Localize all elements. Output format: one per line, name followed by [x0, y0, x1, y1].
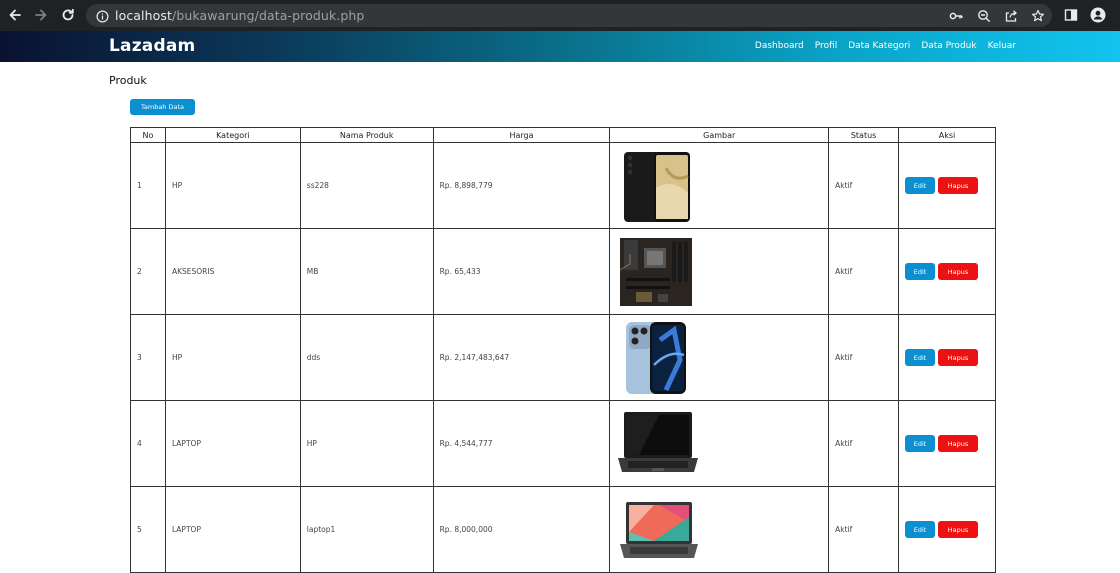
- cell-aksi: Edit Hapus: [898, 142, 996, 229]
- brand-logo[interactable]: Lazadam: [109, 36, 195, 56]
- cell-harga: Rp. 8,898,779: [432, 142, 611, 229]
- cell-kategori: LAPTOP: [164, 486, 301, 573]
- edit-button[interactable]: Edit: [905, 349, 936, 366]
- page-title: Produk: [109, 74, 147, 87]
- delete-button[interactable]: Hapus: [938, 349, 979, 366]
- header-no: No: [130, 127, 166, 143]
- laptop-colorful-image: [620, 501, 699, 558]
- edit-button[interactable]: Edit: [905, 177, 936, 194]
- key-icon[interactable]: [948, 8, 964, 24]
- cell-harga: Rp. 8,000,000: [432, 486, 611, 573]
- cell-status: Aktif: [828, 142, 900, 229]
- edit-button[interactable]: Edit: [905, 263, 936, 280]
- cell-nama: ss228: [299, 142, 434, 229]
- cell-no: 3: [130, 314, 166, 401]
- iphone-blue-image: [626, 321, 687, 394]
- table-row: 5 LAPTOP laptop1 Rp. 8,000,000 Aktif Edi…: [130, 486, 996, 573]
- delete-button[interactable]: Hapus: [938, 521, 979, 538]
- header-harga: Harga: [432, 127, 611, 143]
- cell-gambar: [609, 486, 830, 573]
- table-row: 1 HP ss228 Rp. 8,898,779 Aktif Edit Hapus: [130, 142, 996, 229]
- nav-data-kategori[interactable]: Data Kategori: [848, 41, 910, 51]
- cell-no: 2: [130, 228, 166, 315]
- back-icon[interactable]: [6, 6, 24, 24]
- motherboard-image: [620, 237, 693, 306]
- smartphone-galaxy-image: [624, 149, 693, 224]
- cell-no: 5: [130, 486, 166, 573]
- browser-toolbar: localhost/bukawarung/data-produk.php: [0, 0, 1120, 31]
- edit-button[interactable]: Edit: [905, 521, 936, 538]
- cell-gambar: [609, 400, 830, 487]
- header-kategori: Kategori: [164, 127, 301, 143]
- reload-icon[interactable]: [59, 6, 77, 24]
- url-host: localhost: [115, 8, 173, 23]
- delete-button[interactable]: Hapus: [938, 435, 979, 452]
- profile-icon[interactable]: [1089, 6, 1107, 24]
- zoom-icon[interactable]: [976, 8, 992, 24]
- product-table: No Kategori Nama Produk Harga Gambar Sta…: [130, 127, 996, 573]
- table-row: 4 LAPTOP HP Rp. 4,544,777 Aktif Edit Hapu…: [130, 400, 996, 487]
- bookmark-star-icon[interactable]: [1030, 8, 1046, 24]
- cell-harga: Rp. 65,433: [432, 228, 611, 315]
- delete-button[interactable]: Hapus: [938, 177, 979, 194]
- edit-button[interactable]: Edit: [905, 435, 936, 452]
- laptop-black-image: [618, 411, 699, 472]
- header-aksi: Aksi: [898, 127, 996, 143]
- header-gambar: Gambar: [609, 127, 830, 143]
- nav-dashboard[interactable]: Dashboard: [755, 41, 804, 51]
- cell-nama: dds: [299, 314, 434, 401]
- side-panel-icon[interactable]: [1062, 6, 1080, 24]
- header-status: Status: [828, 127, 900, 143]
- main-nav: Dashboard Profil Data Kategori Data Prod…: [755, 41, 1016, 51]
- delete-button[interactable]: Hapus: [938, 263, 979, 280]
- cell-status: Aktif: [828, 228, 900, 315]
- cell-nama: MB: [299, 228, 434, 315]
- info-icon[interactable]: [94, 8, 110, 24]
- table-header-row: No Kategori Nama Produk Harga Gambar Sta…: [130, 127, 996, 143]
- share-icon[interactable]: [1003, 8, 1019, 24]
- cell-gambar: [609, 228, 830, 315]
- add-data-button[interactable]: Tambah Data: [130, 99, 195, 115]
- cell-kategori: HP: [164, 142, 301, 229]
- nav-keluar[interactable]: Keluar: [988, 41, 1016, 51]
- header-nama-produk: Nama Produk: [299, 127, 434, 143]
- cell-aksi: Edit Hapus: [898, 400, 996, 487]
- table-row: 3 HP dds Rp. 2,147,483,647 Aktif Edit Hap…: [130, 314, 996, 401]
- url-text: localhost/bukawarung/data-produk.php: [115, 8, 364, 23]
- cell-status: Aktif: [828, 400, 900, 487]
- cell-kategori: LAPTOP: [164, 400, 301, 487]
- cell-kategori: HP: [164, 314, 301, 401]
- nav-profil[interactable]: Profil: [815, 41, 837, 51]
- site-header: Lazadam Dashboard Profil Data Kategori D…: [0, 31, 1120, 62]
- cell-kategori: AKSESORIS: [164, 228, 301, 315]
- forward-icon[interactable]: [32, 6, 50, 24]
- cell-nama: laptop1: [299, 486, 434, 573]
- cell-nama: HP: [299, 400, 434, 487]
- cell-aksi: Edit Hapus: [898, 314, 996, 401]
- nav-data-produk[interactable]: Data Produk: [921, 41, 976, 51]
- cell-aksi: Edit Hapus: [898, 228, 996, 315]
- url-path: /bukawarung/data-produk.php: [172, 8, 365, 23]
- cell-harga: Rp. 2,147,483,647: [432, 314, 611, 401]
- cell-gambar: [609, 142, 830, 229]
- cell-no: 1: [130, 142, 166, 229]
- table-row: 2 AKSESORIS MB Rp. 65,433 Aktif Edit Hap…: [130, 228, 996, 315]
- cell-status: Aktif: [828, 486, 900, 573]
- cell-status: Aktif: [828, 314, 900, 401]
- address-bar[interactable]: localhost/bukawarung/data-produk.php: [86, 4, 1052, 27]
- cell-gambar: [609, 314, 830, 401]
- cell-aksi: Edit Hapus: [898, 486, 996, 573]
- cell-harga: Rp. 4,544,777: [432, 400, 611, 487]
- cell-no: 4: [130, 400, 166, 487]
